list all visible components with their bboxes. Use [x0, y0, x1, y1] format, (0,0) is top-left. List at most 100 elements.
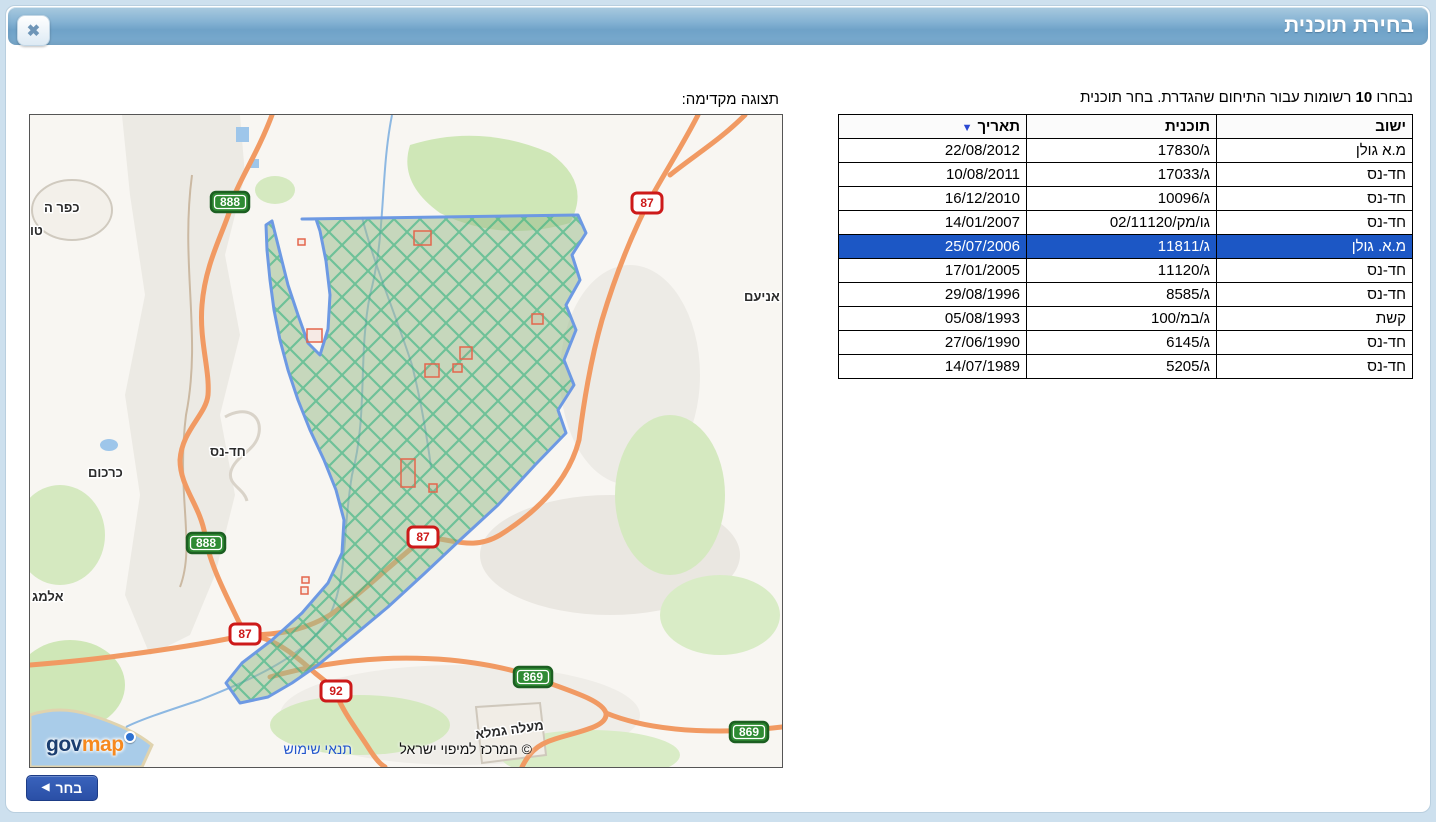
- cell-plan[interactable]: ג/17033: [1027, 163, 1217, 187]
- table-row[interactable]: חד-נסג/520514/07/1989: [839, 355, 1413, 379]
- place-label: אניעם: [744, 289, 780, 304]
- table-row[interactable]: מ.א. גולןג/1181125/07/2006: [839, 235, 1413, 259]
- cell-plan[interactable]: גו/מק/02/11120: [1027, 211, 1217, 235]
- cell-date[interactable]: 17/01/2005: [839, 259, 1027, 283]
- records-summary: נבחרו 10 רשומות עבור התיחום שהגדרת. בחר …: [1080, 89, 1413, 106]
- cell-yishuv[interactable]: חד-נס: [1217, 211, 1413, 235]
- plan-rect: [460, 347, 472, 359]
- cell-plan[interactable]: ג/במ/100: [1027, 307, 1217, 331]
- cell-yishuv[interactable]: מ.א. גולן: [1217, 235, 1413, 259]
- cell-plan[interactable]: ג/17830: [1027, 139, 1217, 163]
- plan-rect: [302, 577, 309, 583]
- select-button[interactable]: בחר ◀: [26, 775, 98, 801]
- plans-table-body: מ.א גולןג/1783022/08/2012חד-נסג/1703310/…: [839, 139, 1413, 379]
- map-preview[interactable]: 888 888 87 87 87 92 869 869 כפר הטו כרכום אלמג חד-…: [29, 114, 783, 768]
- place-label: טו: [30, 223, 43, 238]
- plan-rect: [414, 231, 431, 245]
- plan-rect: [453, 364, 462, 372]
- logo-pin-icon: [124, 731, 136, 743]
- road-shield-888: 888: [187, 533, 225, 553]
- table-row[interactable]: חד-נסג/1009616/12/2010: [839, 187, 1413, 211]
- plan-rect: [401, 459, 415, 487]
- road-shield-869: 869: [514, 667, 552, 687]
- map-copyright: © המרכז למיפוי ישראל: [399, 741, 532, 757]
- road-shield-87: 87: [632, 193, 662, 213]
- road-shield-87: 87: [230, 624, 260, 644]
- cell-yishuv[interactable]: חד-נס: [1217, 163, 1413, 187]
- cell-date[interactable]: 14/07/1989: [839, 355, 1027, 379]
- svg-text:869: 869: [739, 725, 759, 739]
- place-label: אלמג: [32, 589, 64, 604]
- cell-plan[interactable]: ג/5205: [1027, 355, 1217, 379]
- table-row[interactable]: מ.א גולןג/1783022/08/2012: [839, 139, 1413, 163]
- cell-plan[interactable]: ג/11811: [1027, 235, 1217, 259]
- cell-plan[interactable]: ג/8585: [1027, 283, 1217, 307]
- terms-of-use-link[interactable]: תנאי שימוש: [284, 741, 353, 757]
- road-shield-92: 92: [321, 681, 351, 701]
- cell-plan[interactable]: ג/11120: [1027, 259, 1217, 283]
- road-shield-888: 888: [211, 192, 249, 212]
- svg-text:888: 888: [220, 195, 240, 209]
- map-canvas: 888 888 87 87 87 92 869 869 כפר הטו כרכום אלמג חד-…: [30, 115, 782, 767]
- cell-yishuv[interactable]: קשת: [1217, 307, 1413, 331]
- summary-prefix: נבחרו: [1376, 89, 1413, 106]
- vegetation: [615, 415, 725, 575]
- close-icon: ✖: [27, 21, 40, 41]
- place-label: חד-נס: [210, 444, 246, 459]
- place-label: כפר ה: [44, 200, 80, 215]
- cell-date[interactable]: 27/06/1990: [839, 331, 1027, 355]
- plans-table: ישוב תוכנית תאריך▼ מ.א גולןג/1783022/08/…: [838, 114, 1413, 379]
- table-row[interactable]: קשתג/במ/10005/08/1993: [839, 307, 1413, 331]
- page: { "titlebar": { "title": "בחירת תוכנית",…: [0, 0, 1436, 822]
- svg-text:888: 888: [196, 536, 216, 550]
- table-row[interactable]: חד-נסג/858529/08/1996: [839, 283, 1413, 307]
- cell-yishuv[interactable]: חד-נס: [1217, 259, 1413, 283]
- cell-plan[interactable]: ג/6145: [1027, 331, 1217, 355]
- plan-rect: [298, 239, 305, 245]
- svg-text:87: 87: [416, 530, 430, 544]
- pond: [236, 127, 249, 142]
- cell-yishuv[interactable]: חד-נס: [1217, 331, 1413, 355]
- svg-text:869: 869: [523, 670, 543, 684]
- svg-text:87: 87: [238, 627, 252, 641]
- plan-selection-dialog: בחירת תוכנית ✖ נבחרו 10 רשומות עבור התיח…: [5, 5, 1431, 813]
- table-row[interactable]: חד-נסג/1112017/01/2005: [839, 259, 1413, 283]
- cell-date[interactable]: 25/07/2006: [839, 235, 1027, 259]
- cell-yishuv[interactable]: חד-נס: [1217, 187, 1413, 211]
- cell-plan[interactable]: ג/10096: [1027, 187, 1217, 211]
- govmap-logo[interactable]: govmap: [46, 731, 138, 757]
- svg-text:92: 92: [329, 684, 343, 698]
- cell-yishuv[interactable]: מ.א גולן: [1217, 139, 1413, 163]
- cell-date[interactable]: 29/08/1996: [839, 283, 1027, 307]
- place-label: כרכום: [88, 465, 123, 480]
- summary-count: 10: [1356, 89, 1373, 106]
- table-row[interactable]: חד-נסגו/מק/02/1112014/01/2007: [839, 211, 1413, 235]
- header-date[interactable]: תאריך▼: [839, 115, 1027, 139]
- header-yishuv[interactable]: ישוב: [1217, 115, 1413, 139]
- back-arrow-icon: ◀: [42, 783, 50, 793]
- cell-date[interactable]: 22/08/2012: [839, 139, 1027, 163]
- cell-yishuv[interactable]: חד-נס: [1217, 283, 1413, 307]
- cell-date[interactable]: 16/12/2010: [839, 187, 1027, 211]
- cell-date[interactable]: 05/08/1993: [839, 307, 1027, 331]
- cell-date[interactable]: 10/08/2011: [839, 163, 1027, 187]
- plan-rect: [532, 314, 543, 324]
- select-button-label: בחר: [55, 780, 82, 796]
- plan-rect: [425, 364, 439, 377]
- road-shield-87: 87: [408, 527, 438, 547]
- table-header-row: ישוב תוכנית תאריך▼: [839, 115, 1413, 139]
- plan-rect: [307, 329, 322, 342]
- header-plan[interactable]: תוכנית: [1027, 115, 1217, 139]
- svg-text:87: 87: [640, 196, 654, 210]
- table-row[interactable]: חד-נסג/1703310/08/2011: [839, 163, 1413, 187]
- pond: [100, 439, 118, 451]
- table-row[interactable]: חד-נסג/614527/06/1990: [839, 331, 1413, 355]
- vegetation: [660, 575, 780, 655]
- close-button[interactable]: ✖: [17, 15, 50, 46]
- summary-suffix: רשומות עבור התיחום שהגדרת. בחר תוכנית: [1080, 89, 1351, 106]
- plan-rect: [301, 587, 308, 594]
- cell-date[interactable]: 14/01/2007: [839, 211, 1027, 235]
- preview-label: תצוגה מקדימה:: [682, 91, 779, 108]
- cell-yishuv[interactable]: חד-נס: [1217, 355, 1413, 379]
- dialog-title: בחירת תוכנית: [8, 7, 1428, 45]
